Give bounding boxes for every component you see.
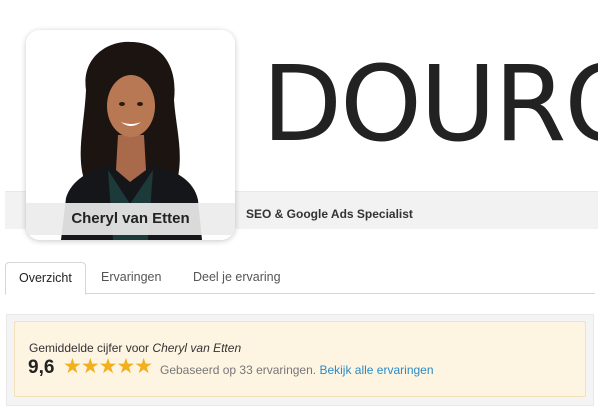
profile-tabs: Overzicht Ervaringen Deel je ervaring [5, 262, 595, 295]
rating-label-name: Cheryl van Etten [152, 341, 242, 355]
rating-label-prefix: Gemiddelde cijfer voor [29, 341, 150, 355]
tab-overzicht[interactable]: Overzicht [5, 262, 86, 295]
profile-card: Cheryl van Etten [26, 30, 235, 240]
rating-based-on: Gebaseerd op 33 ervaringen. Bekijk alle … [160, 363, 434, 377]
rating-score: 9,6 [28, 357, 55, 378]
brand-logo: DOURO [262, 43, 598, 165]
profile-tagline: SEO & Google Ads Specialist [246, 207, 413, 221]
rating-summary: Gemiddelde cijfer voor Cheryl van Etten … [14, 321, 586, 397]
star-rating-icon: ★★★★★ [63, 355, 153, 378]
tab-ervaringen[interactable]: Ervaringen [88, 262, 174, 294]
view-all-reviews-link[interactable]: Bekijk alle ervaringen [319, 363, 433, 377]
tab-deel-je-ervaring[interactable]: Deel je ervaring [180, 262, 294, 294]
profile-name: Cheryl van Etten [26, 203, 235, 235]
rating-count-text: Gebaseerd op 33 ervaringen. [160, 363, 317, 377]
rating-label: Gemiddelde cijfer voor Cheryl van Etten [29, 341, 241, 355]
